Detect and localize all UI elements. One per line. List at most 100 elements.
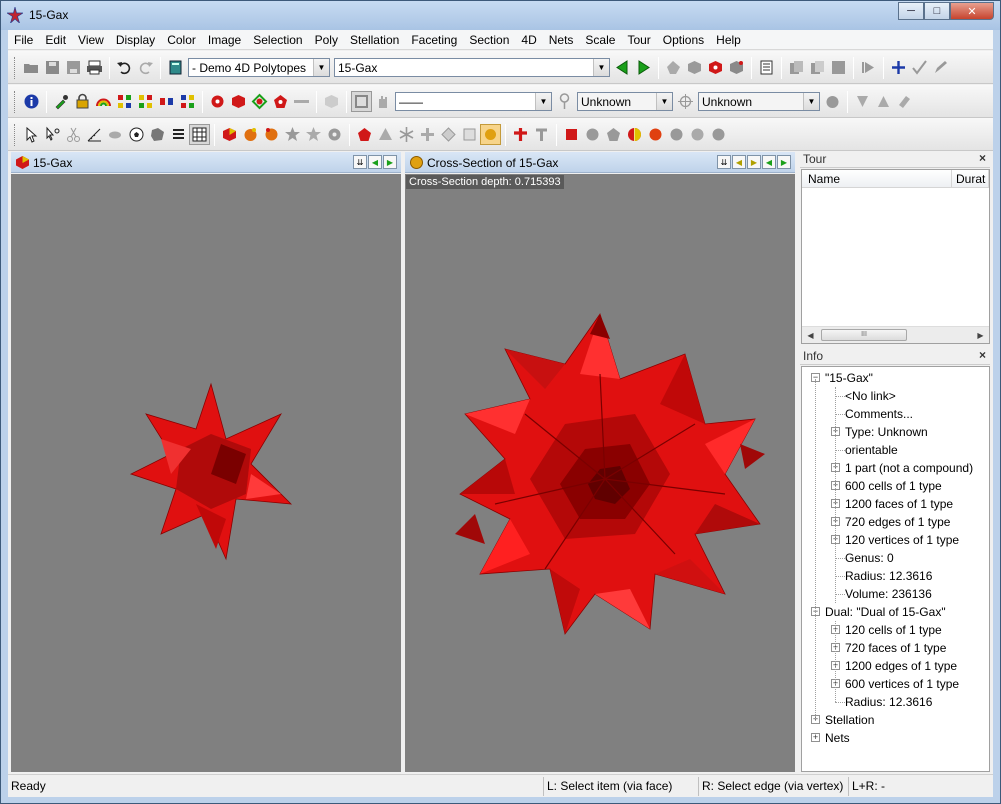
open-folder-icon[interactable]	[21, 57, 42, 78]
cube-gray-icon[interactable]	[684, 57, 705, 78]
cube-outline-icon[interactable]	[321, 91, 342, 112]
tree-node[interactable]: Comments...	[845, 405, 913, 423]
menu-scale[interactable]: Scale	[579, 30, 621, 49]
polytope-orange-icon[interactable]	[240, 124, 261, 145]
scissors-gray-icon[interactable]	[63, 124, 84, 145]
swirl-icon[interactable]	[168, 124, 189, 145]
menu-selection[interactable]: Selection	[247, 30, 308, 49]
measure-icon[interactable]	[84, 124, 105, 145]
gear-red-icon[interactable]	[207, 91, 228, 112]
tree-node[interactable]: Genus: 0	[845, 549, 894, 567]
toolbar-grip[interactable]	[14, 90, 17, 113]
menu-stellation[interactable]: Stellation	[344, 30, 405, 49]
left-pane-header[interactable]: 15-Gax ⇊ ◀ ▶	[11, 152, 401, 173]
tree-node[interactable]: 600 vertices of 1 type	[845, 675, 959, 693]
hexagon-color-icon[interactable]	[624, 124, 645, 145]
line-style-select[interactable]: —— ▼	[395, 92, 552, 111]
copy-gray-icon[interactable]	[786, 57, 807, 78]
menu-view[interactable]: View	[72, 30, 110, 49]
tree-node[interactable]: Radius: 12.3616	[845, 693, 932, 711]
menu-options[interactable]: Options	[657, 30, 710, 49]
close-button[interactable]: ✕	[950, 2, 994, 20]
library-icon[interactable]	[165, 57, 186, 78]
tree-node[interactable]: Volume: 236136	[845, 585, 932, 603]
tree-node[interactable]: Type: Unknown	[845, 423, 928, 441]
tree-node[interactable]: Stellation	[825, 711, 874, 729]
right-viewport[interactable]: Cross-Section depth: 0.715393	[405, 174, 795, 772]
left-viewport[interactable]	[11, 174, 401, 772]
box-gray-icon[interactable]	[459, 124, 480, 145]
previous-arrow-icon[interactable]	[612, 57, 633, 78]
arrow-select-icon[interactable]	[21, 124, 42, 145]
triangle-gray-icon[interactable]	[852, 91, 873, 112]
disk-gray-icon[interactable]	[828, 57, 849, 78]
pentagon-gray-icon[interactable]	[603, 124, 624, 145]
tree-node[interactable]: "15-Gax"	[825, 369, 873, 387]
tree-node[interactable]: 120 cells of 1 type	[845, 621, 942, 639]
polytope-spiky-icon[interactable]	[261, 124, 282, 145]
tour-list[interactable]: Name Durat ◀ III ▶	[801, 169, 990, 344]
menu-display[interactable]: Display	[110, 30, 161, 49]
sphere-gray-icon-4[interactable]	[687, 124, 708, 145]
edit-gray-icon[interactable]	[930, 57, 951, 78]
cube-dots-icon[interactable]	[726, 57, 747, 78]
bar-gray-icon[interactable]	[291, 91, 312, 112]
soccer-ball-icon[interactable]	[126, 124, 147, 145]
fish-gray-icon[interactable]	[105, 124, 126, 145]
pane-rewind-icon[interactable]: ◀	[732, 155, 746, 169]
sphere-gray-icon-5[interactable]	[708, 124, 729, 145]
color-grid-icon-2[interactable]	[135, 91, 156, 112]
tee-gray-icon[interactable]	[531, 124, 552, 145]
eraser-gray-icon[interactable]	[894, 91, 915, 112]
sphere-gray-icon-3[interactable]	[666, 124, 687, 145]
close-icon[interactable]: ×	[979, 151, 986, 165]
title-bar[interactable]: 15-Gax ─ □ ✕	[1, 1, 1000, 30]
color-grid-icon[interactable]	[114, 91, 135, 112]
play-gray-icon[interactable]	[858, 57, 879, 78]
pentagon-red-icon-2[interactable]	[354, 124, 375, 145]
menu-tour[interactable]: Tour	[621, 30, 656, 49]
tree-node[interactable]: 1200 edges of 1 type	[845, 657, 957, 675]
pin-gray-icon[interactable]	[554, 91, 575, 112]
tree-node[interactable]: 600 cells of 1 type	[845, 477, 942, 495]
tree-node[interactable]: 720 edges of 1 type	[845, 513, 950, 531]
frame-red-icon[interactable]	[249, 91, 270, 112]
sphere-orange-icon[interactable]	[645, 124, 666, 145]
tree-node[interactable]: orientable	[845, 441, 898, 459]
polytope-select[interactable]: 15-Gax ▼	[334, 58, 610, 77]
color-pair-icon[interactable]	[156, 91, 177, 112]
triangle-cluster-gray-icon[interactable]	[375, 124, 396, 145]
menu-image[interactable]: Image	[202, 30, 247, 49]
add-item-icon[interactable]	[888, 57, 909, 78]
pane-forward-icon[interactable]: ▶	[747, 155, 761, 169]
center-select[interactable]: Unknown ▼	[698, 92, 820, 111]
save-icon[interactable]	[42, 57, 63, 78]
pane-prev-icon[interactable]: ◀	[762, 155, 776, 169]
tour-horizontal-scrollbar[interactable]: ◀ III ▶	[802, 326, 989, 343]
maximize-button[interactable]: □	[924, 2, 950, 20]
menu-section[interactable]: Section	[463, 30, 515, 49]
print-icon[interactable]	[84, 57, 105, 78]
tree-node[interactable]: 1200 faces of 1 type	[845, 495, 953, 513]
chevron-down-icon[interactable]: ▼	[593, 59, 609, 76]
toolbar-grip[interactable]	[14, 123, 17, 146]
sphere-gray-icon[interactable]	[822, 91, 843, 112]
chevron-down-icon[interactable]: ▼	[535, 93, 551, 110]
projection-select[interactable]: Unknown ▼	[577, 92, 673, 111]
scroll-right-icon[interactable]: ▶	[972, 327, 989, 343]
cube-red-icon-2[interactable]	[228, 91, 249, 112]
star-gray-icon[interactable]	[282, 124, 303, 145]
diamond-gray-icon[interactable]	[438, 124, 459, 145]
chevron-down-icon[interactable]: ▼	[313, 59, 329, 76]
tree-node[interactable]: Nets	[825, 729, 850, 747]
pane-options-icon[interactable]: ⇊	[717, 155, 731, 169]
right-pane-header[interactable]: Cross-Section of 15-Gax ⇊ ◀ ▶ ◀ ▶	[405, 152, 795, 173]
tree-node[interactable]: Radius: 12.3616	[845, 567, 932, 585]
arrow-multi-select-icon[interactable]	[42, 124, 63, 145]
menu-color[interactable]: Color	[161, 30, 202, 49]
menu-faceting[interactable]: Faceting	[405, 30, 463, 49]
tree-node[interactable]: Dual: "Dual of 15-Gax"	[825, 603, 946, 621]
chevron-down-icon[interactable]: ▼	[656, 93, 672, 110]
save-as-icon[interactable]	[63, 57, 84, 78]
star-gray-icon-2[interactable]	[303, 124, 324, 145]
